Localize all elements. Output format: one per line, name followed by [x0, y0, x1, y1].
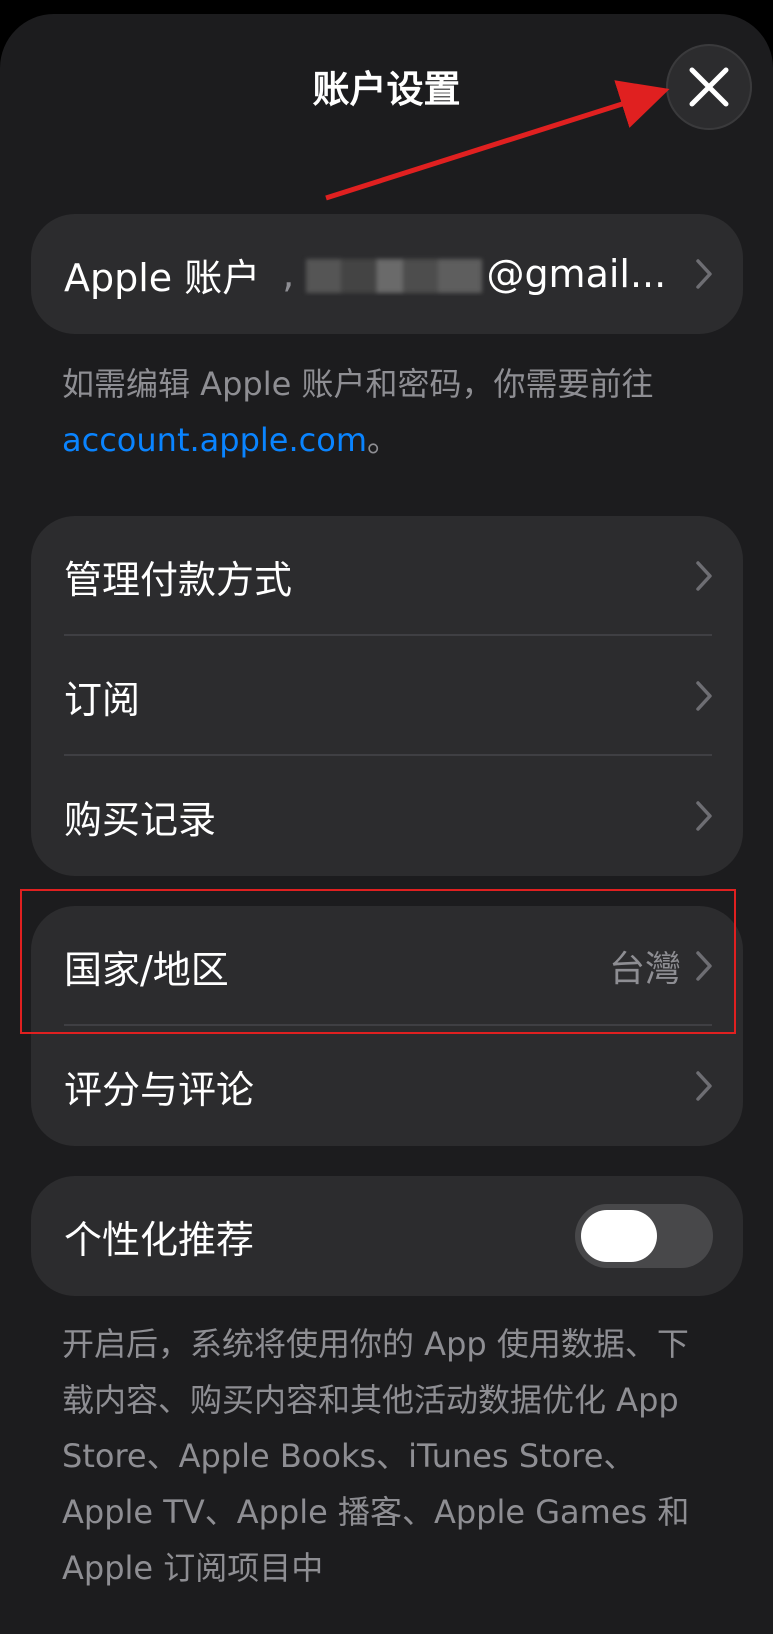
close-icon: [689, 67, 729, 107]
account-edit-note: 如需编辑 Apple 账户和密码，你需要前往 account.apple.com…: [62, 356, 722, 468]
toggle-knob: [581, 1210, 657, 1262]
close-button[interactable]: [666, 44, 752, 130]
region-group-card: 国家/地区 台灣 评分与评论: [31, 906, 743, 1146]
subscriptions-row[interactable]: 订阅: [31, 636, 743, 756]
country-region-value: 台灣: [608, 949, 681, 990]
account-apple-link[interactable]: account.apple.com: [62, 421, 367, 459]
account-email: , @gmail...: [282, 252, 667, 296]
personalization-note: 开启后，系统将使用你的 App 使用数据、下载内容、购买内容和其他活动数据优化 …: [62, 1325, 690, 1587]
account-email-domain: @gmail...: [486, 252, 667, 296]
account-note-text: 如需编辑 Apple 账户和密码，你需要前往: [62, 365, 654, 403]
chevron-right-icon: [696, 681, 712, 711]
purchase-history-label: 购买记录: [64, 797, 217, 842]
chevron-right-icon: [696, 1071, 712, 1101]
account-note-suffix: 。: [366, 421, 399, 459]
manage-payment-label: 管理付款方式: [64, 557, 293, 602]
account-settings-sheet: 账户设置 Apple 账户 , @gmail... 如需编辑 Apple 账户和…: [0, 14, 773, 1634]
chevron-right-icon: [696, 561, 712, 591]
personalization-toggle[interactable]: [575, 1204, 713, 1268]
apple-account-card[interactable]: Apple 账户 , @gmail...: [31, 214, 743, 334]
chevron-right-icon: [696, 259, 712, 289]
ratings-reviews-label: 评分与评论: [64, 1067, 255, 1112]
page-title: 账户设置: [312, 68, 461, 111]
purchase-history-row[interactable]: 购买记录: [31, 756, 743, 876]
country-region-label: 国家/地区: [64, 947, 229, 992]
manage-payment-row[interactable]: 管理付款方式: [31, 516, 743, 636]
personalization-row: 个性化推荐: [31, 1176, 743, 1296]
chevron-right-icon: [696, 801, 712, 831]
apple-account-row[interactable]: Apple 账户 , @gmail...: [31, 214, 743, 334]
redacted-email-block: [306, 259, 483, 293]
personalization-card: 个性化推荐: [31, 1176, 743, 1296]
chevron-right-icon: [696, 951, 712, 981]
ratings-reviews-row[interactable]: 评分与评论: [31, 1026, 743, 1146]
subscriptions-label: 订阅: [64, 677, 141, 722]
country-region-row[interactable]: 国家/地区 台灣: [31, 906, 743, 1026]
apple-account-label: Apple 账户: [64, 255, 261, 300]
payment-group-card: 管理付款方式 订阅 购买记录: [31, 516, 743, 876]
personalization-label: 个性化推荐: [64, 1217, 255, 1262]
